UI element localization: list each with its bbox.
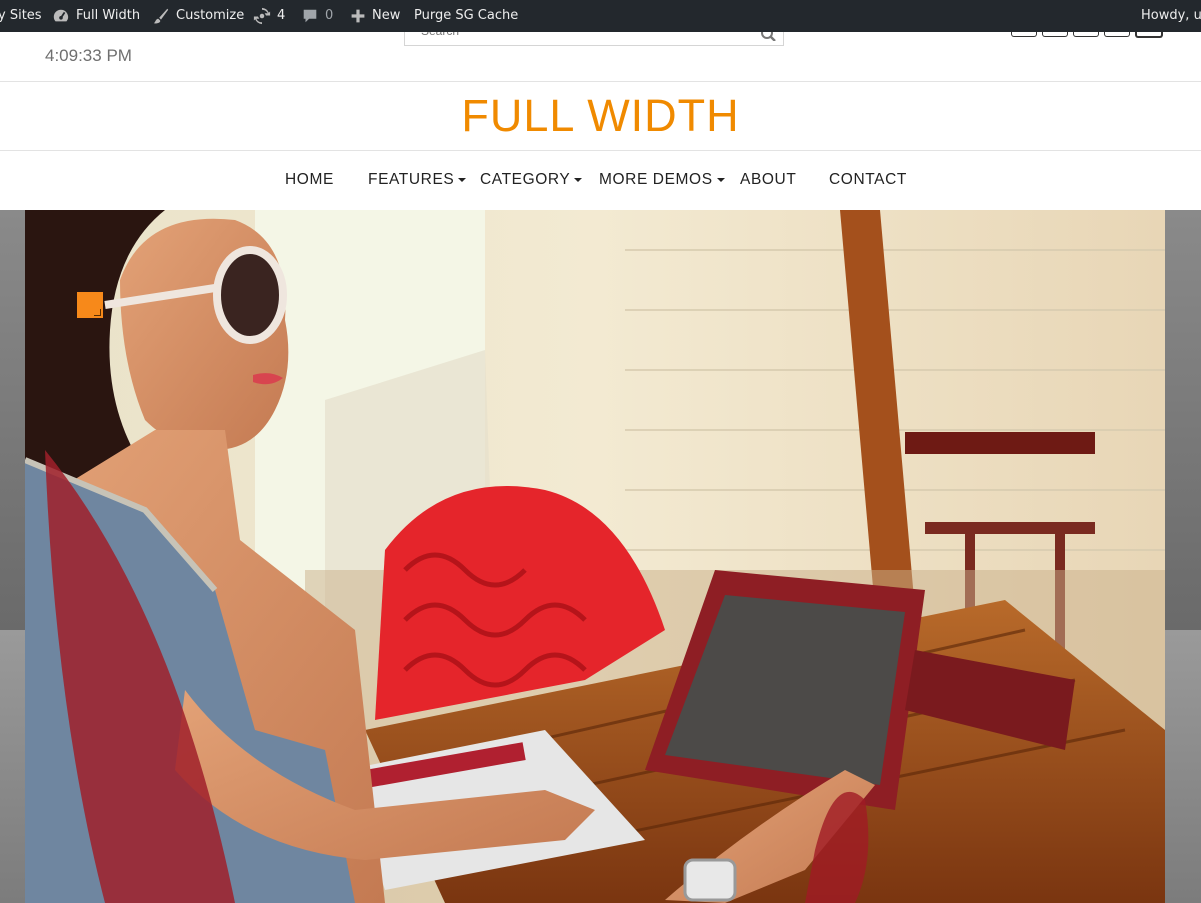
nav-item-features[interactable]: FEATURES — [368, 171, 467, 189]
search-input[interactable] — [419, 32, 743, 39]
nav-item-label: HOME — [285, 171, 334, 188]
nav-item-label: MORE DEMOS — [599, 171, 713, 188]
search-icon[interactable] — [758, 31, 778, 41]
admin-howdy-label: Howdy, ut — [1141, 8, 1201, 23]
main-navigation: HOME FEATURES CATEGORY MORE DEMOS ABOUT … — [0, 151, 1201, 209]
admin-purge-label: Purge SG Cache — [414, 8, 519, 23]
hero-image[interactable] — [25, 210, 1165, 903]
edit-shortcut-button[interactable] — [77, 292, 103, 318]
admin-updates[interactable]: 4 — [253, 0, 285, 32]
admin-bar: y Sites Full Width Customize 4 0 New Pur… — [0, 0, 1201, 32]
caret-down-icon — [574, 177, 583, 182]
admin-site-name[interactable]: Full Width — [52, 0, 140, 32]
comment-bubble-icon — [303, 9, 317, 23]
nav-item-contact[interactable]: CONTACT — [829, 171, 907, 189]
nav-item-about[interactable]: ABOUT — [740, 171, 796, 189]
admin-purge-cache[interactable]: Purge SG Cache — [414, 0, 518, 32]
social-linkedin-icon[interactable] — [1135, 32, 1163, 38]
search-field[interactable] — [404, 32, 784, 46]
site-header: FULL WIDTH — [0, 82, 1201, 151]
admin-site-name-label: Full Width — [76, 8, 141, 23]
admin-my-sites-label: y Sites — [0, 8, 42, 23]
admin-customize-label: Customize — [176, 8, 245, 23]
admin-new[interactable]: New — [350, 0, 400, 32]
site-title[interactable]: FULL WIDTH — [0, 90, 1201, 142]
admin-my-sites[interactable]: y Sites — [0, 0, 42, 32]
social-twitter-icon[interactable] — [1042, 32, 1068, 37]
nav-item-home[interactable]: HOME — [285, 171, 334, 189]
admin-comments-count: 0 — [325, 8, 334, 23]
plus-icon — [351, 9, 365, 23]
admin-customize[interactable]: Customize — [152, 0, 244, 32]
caret-down-icon — [458, 177, 467, 182]
social-facebook-icon[interactable] — [1011, 32, 1037, 37]
admin-howdy-account[interactable]: Howdy, ut — [1141, 0, 1201, 32]
updates-refresh-icon — [253, 7, 271, 25]
nav-item-category[interactable]: CATEGORY — [480, 171, 583, 189]
social-google-plus-icon[interactable] — [1073, 32, 1099, 37]
paintbrush-icon — [153, 8, 169, 24]
nav-item-more-demos[interactable]: MORE DEMOS — [599, 171, 725, 189]
caret-down-icon — [716, 177, 725, 182]
dashboard-gauge-icon — [53, 9, 69, 22]
social-instagram-icon[interactable] — [1104, 32, 1130, 37]
admin-comments[interactable]: 0 — [301, 0, 333, 32]
nav-item-label: FEATURES — [368, 171, 455, 188]
nav-item-label: CATEGORY — [480, 171, 571, 188]
nav-item-label: ABOUT — [740, 171, 797, 188]
admin-updates-count: 4 — [277, 8, 286, 23]
hero-photo-illustration — [25, 210, 1165, 903]
current-time: 4:09:33 PM — [45, 46, 132, 65]
admin-new-label: New — [372, 8, 401, 23]
nav-item-label: CONTACT — [829, 171, 907, 188]
